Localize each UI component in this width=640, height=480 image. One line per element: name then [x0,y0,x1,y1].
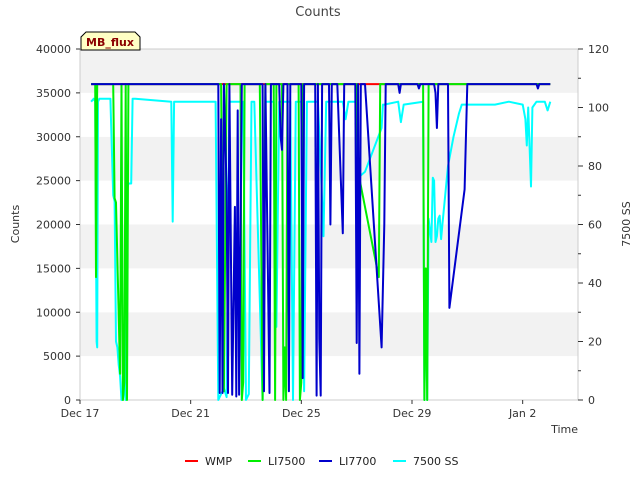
y-tick-label: 35000 [36,87,71,100]
x-tick-label: Dec 17 [61,407,100,420]
legend-label: 7500 SS [413,455,458,468]
legend-label: LI7500 [268,455,305,468]
y-axis-label: Counts [9,205,22,244]
y2-tick-label: 100 [588,102,609,115]
x-tick-label: Dec 25 [282,407,321,420]
y2-tick-label: 60 [588,219,602,232]
y2-tick-label: 20 [588,336,602,349]
grid-band [80,312,578,357]
mb-flux-tag: MB_flux [80,31,141,51]
y-tick-label: 30000 [36,131,71,144]
y-tick-label: 5000 [43,350,71,363]
legend-label: LI7700 [339,455,376,468]
counts-chart: 0 5000 10000 15000 20000 25000 30000 35000 40000… [0,0,640,480]
y-tick-label: 10000 [36,306,71,319]
grid-band [80,224,578,269]
y-tick-label: 40000 [36,43,71,56]
x-tick-label: Dec 21 [171,407,210,420]
grid-band [80,356,578,400]
y-tick-label: 15000 [36,262,71,275]
y-tick-label: 25000 [36,175,71,188]
legend-label: WMP [205,455,232,468]
y2-axis-label: 7500 SS [620,201,633,246]
x-tick-label: Jan 2 [508,407,536,420]
grid-band [80,268,578,313]
x-tick-label: Dec 29 [393,407,432,420]
y2-tick-label: 40 [588,277,602,290]
y2-tick-label: 80 [588,160,602,173]
x-axis-label: Time [550,423,578,436]
y2-tick-label: 0 [588,394,595,407]
grid-band [80,180,578,225]
y-tick-label: 0 [64,394,71,407]
y2-tick-label: 120 [588,43,609,56]
y-tick-label: 20000 [36,219,71,232]
tag-label: MB_flux [86,36,134,49]
chart-title: Counts [295,5,341,20]
